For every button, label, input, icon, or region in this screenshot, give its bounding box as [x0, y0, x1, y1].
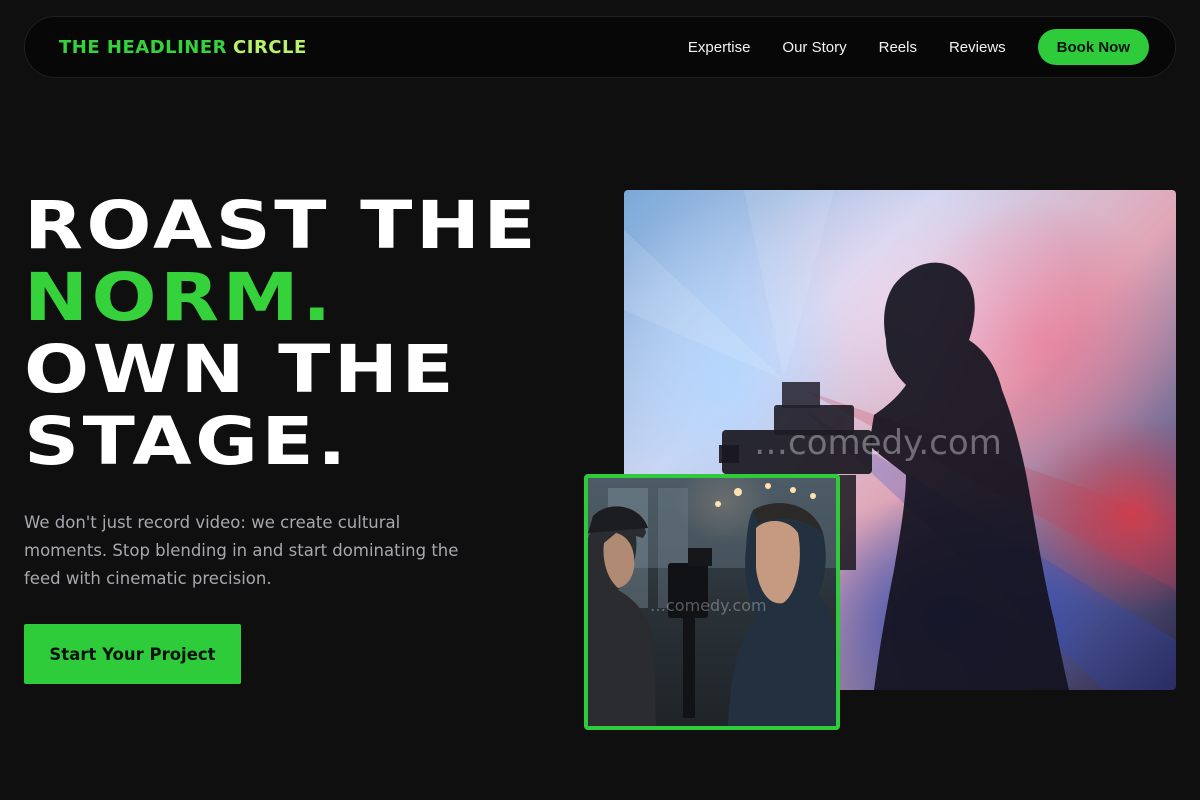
hero-secondary-image: …comedy.com	[584, 474, 840, 730]
start-project-button[interactable]: Start Your Project	[24, 624, 241, 684]
brand-name-primary: THE HEADLINER	[59, 36, 228, 58]
nav-link-reviews[interactable]: Reviews	[949, 39, 1006, 56]
image-watermark: …comedy.com	[754, 423, 1002, 463]
nav-link-reels[interactable]: Reels	[879, 39, 917, 56]
image-watermark-secondary: …comedy.com	[650, 596, 767, 615]
headline-line-1: ROAST THE	[24, 187, 540, 264]
headline-accent: NORM.	[24, 259, 335, 336]
headline-line-3: OWN THE	[24, 331, 458, 408]
hero-subtext: We don't just record video: we create cu…	[24, 513, 459, 588]
brand-logo[interactable]: THE HEADLINER CIRCLE	[59, 37, 307, 58]
nav-link-expertise[interactable]: Expertise	[688, 39, 751, 56]
brand-name-secondary: CIRCLE	[233, 36, 307, 58]
nav-link-our-story[interactable]: Our Story	[782, 39, 846, 56]
book-now-button[interactable]: Book Now	[1037, 29, 1149, 65]
headline-line-4: STAGE.	[24, 403, 350, 480]
nav-menu: Expertise Our Story Reels Reviews Book N…	[688, 29, 1149, 65]
top-navbar: THE HEADLINER CIRCLE Expertise Our Story …	[24, 16, 1176, 78]
hero-headline: ROAST THE NORM. OWN THE STAGE.	[24, 190, 539, 478]
